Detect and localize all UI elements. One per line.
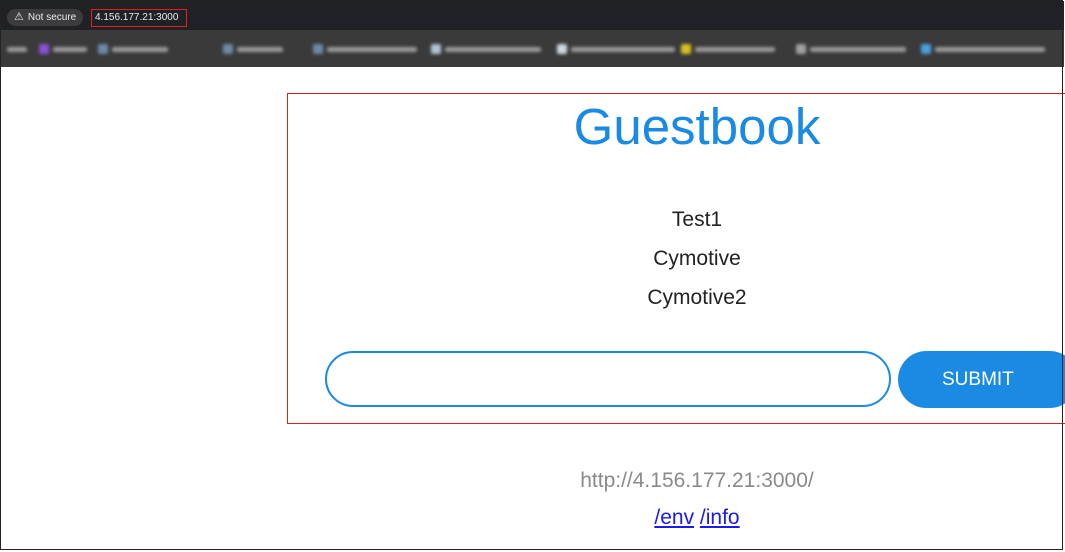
footer-url: http://4.156.177.21:3000/ [580, 469, 814, 492]
guestbook-entry: Test1 [671, 208, 723, 231]
bookmark-item[interactable] [98, 43, 168, 55]
info-link[interactable]: /info [700, 506, 740, 529]
submit-button[interactable]: SUBMIT [898, 351, 1065, 408]
bookmark-item[interactable] [557, 43, 675, 55]
bookmark-item[interactable] [313, 43, 417, 55]
env-link[interactable]: /env [654, 506, 694, 529]
guestbook-entry: Cymotive [653, 247, 741, 270]
bookmark-item[interactable] [681, 43, 775, 55]
bookmark-icon [796, 44, 806, 54]
entry-input[interactable] [325, 351, 891, 407]
warning-triangle-icon: ⚠ [14, 11, 24, 23]
bookmark-icon [98, 44, 108, 54]
security-label: Not secure [27, 12, 77, 23]
bookmark-item[interactable] [921, 43, 1045, 55]
bookmark-icon [39, 44, 49, 54]
url-field[interactable]: 4.156.177.21:3000 [91, 9, 187, 27]
bookmark-icon [313, 44, 323, 54]
bookmark-icon [921, 44, 931, 54]
bookmark-icon [431, 44, 441, 54]
bookmark-icon [557, 44, 567, 54]
bookmark-item[interactable] [39, 43, 87, 55]
bookmark-item[interactable] [431, 43, 541, 55]
guestbook-entries: Test1 Cymotive Cymotive2 [287, 200, 1065, 317]
footer-links: /env /info [287, 506, 1065, 530]
bookmark-icon [681, 44, 691, 54]
browser-address-bar: ⚠ Not secure 4.156.177.21:3000 [1, 1, 1064, 30]
security-indicator[interactable]: ⚠ Not secure [7, 9, 84, 26]
bookmark-icon [223, 44, 233, 54]
bookmark-item[interactable] [796, 43, 906, 55]
bookmark-item[interactable] [7, 43, 27, 55]
bookmark-item[interactable] [223, 43, 283, 55]
guestbook-entry: Cymotive2 [647, 286, 747, 309]
page-title: Guestbook [573, 98, 821, 155]
bookmarks-bar [1, 30, 1064, 67]
